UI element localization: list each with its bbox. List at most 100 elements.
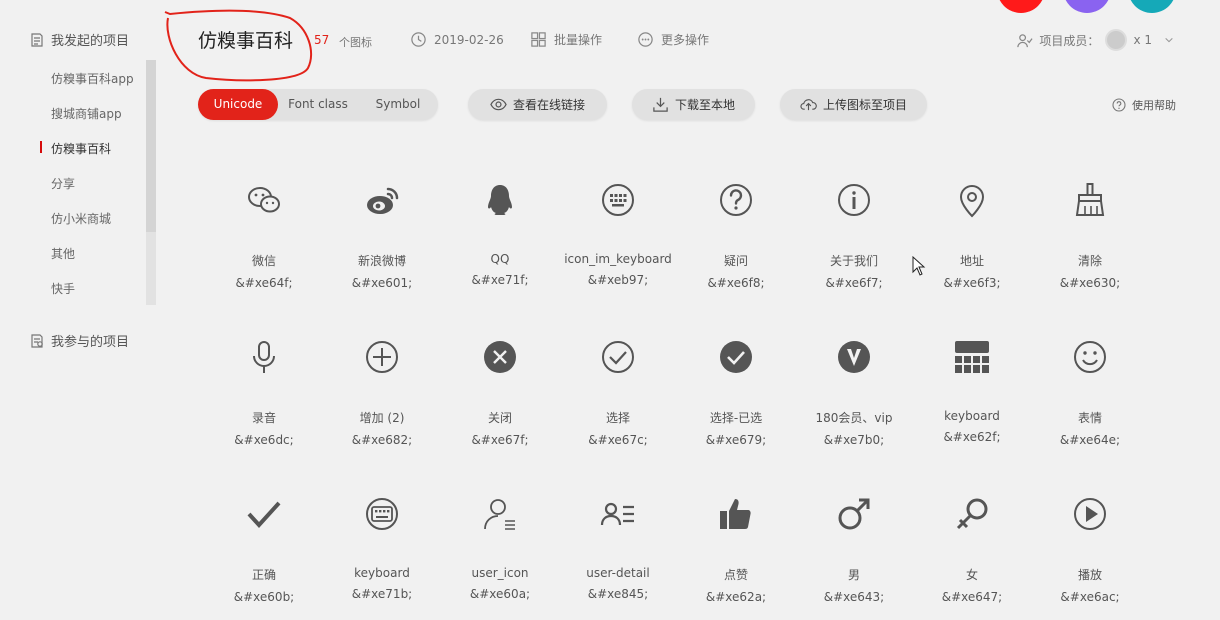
keyboard-grid-icon[interactable] [952, 337, 992, 377]
view-online-link-button[interactable]: 查看在线链接 [468, 89, 607, 120]
sidebar-item-project[interactable]: 仿糗事百科app [51, 70, 134, 87]
members-label: 项目成员： [1039, 33, 1100, 48]
icon-card[interactable]: keyboard &#xe62f; [913, 337, 1031, 494]
wechat-icon[interactable] [244, 180, 284, 220]
icon-card[interactable]: 选择-已选 &#xe679; [677, 337, 795, 494]
check-circle-filled-icon[interactable] [716, 337, 756, 377]
icon-code: &#xe60a; [469, 587, 531, 601]
question-icon[interactable] [716, 180, 756, 220]
icon-card[interactable]: 男 &#xe643; [795, 494, 913, 620]
sidebar: 我发起的项目 仿糗事百科app 搜城商铺app 仿糗事百科 分享 仿小米商城 其… [0, 0, 166, 620]
avatar[interactable] [1105, 29, 1128, 51]
sidebar-item-project[interactable]: 分享 [51, 175, 75, 192]
icon-card[interactable]: user_icon &#xe60a; [441, 494, 559, 620]
icon-count: 57 [314, 33, 330, 47]
user-icon[interactable] [480, 494, 520, 534]
qq-icon[interactable] [480, 180, 520, 220]
icon-name: 清除 [1077, 254, 1102, 268]
sidebar-item-project[interactable]: 其他 [51, 245, 75, 262]
icon-card[interactable]: 增加 (2) &#xe682; [323, 337, 441, 494]
clock-icon [411, 32, 426, 47]
microphone-icon[interactable] [244, 337, 284, 377]
help-label: 使用帮助 [1132, 99, 1176, 112]
sidebar-scrollbar[interactable] [146, 60, 156, 305]
icon-card[interactable]: 疑问 &#xe6f8; [677, 180, 795, 337]
icon-card[interactable]: 关于我们 &#xe6f7; [795, 180, 913, 337]
icon-card[interactable]: 关闭 &#xe67f; [441, 337, 559, 494]
icon-card[interactable]: 新浪微博 &#xe601; [323, 180, 441, 337]
info-icon[interactable] [834, 180, 874, 220]
help-icon [1112, 98, 1126, 112]
smile-icon[interactable] [1070, 337, 1110, 377]
red-circle-button[interactable] [997, 0, 1045, 13]
keyboard-circle-icon[interactable] [362, 494, 402, 534]
sidebar-item-project-active[interactable]: 仿糗事百科 [51, 140, 111, 157]
batch-operations-button[interactable]: 批量操作 [530, 31, 602, 48]
joined-projects-section[interactable]: 我参与的项目 [29, 331, 129, 350]
icon-code: &#xe6f7; [825, 276, 883, 290]
chevron-down-icon[interactable] [1164, 35, 1174, 45]
keyboard-round-icon[interactable] [598, 180, 638, 220]
tab-symbol[interactable]: Symbol [358, 89, 438, 120]
icon-card[interactable]: 女 &#xe647; [913, 494, 1031, 620]
my-projects-section[interactable]: 我发起的项目 [29, 30, 129, 49]
icon-card[interactable]: 微信 &#xe64f; [205, 180, 323, 337]
icon-name: user_icon [471, 566, 529, 580]
check-circle-icon[interactable] [598, 337, 638, 377]
sidebar-item-project[interactable]: 搜城商铺app [51, 105, 122, 122]
active-indicator [40, 141, 42, 153]
purple-circle-button[interactable] [1063, 0, 1111, 13]
icon-code: &#xe679; [705, 433, 767, 447]
tab-font-class[interactable]: Font class [278, 89, 358, 120]
more-operations-button[interactable]: 更多操作 [637, 31, 709, 48]
male-icon[interactable] [834, 494, 874, 534]
icon-card[interactable]: 地址 &#xe6f3; [913, 180, 1031, 337]
icon-name: 表情 [1077, 411, 1102, 425]
sidebar-scrollbar-thumb[interactable] [146, 60, 156, 232]
members-count: x 1 [1133, 33, 1152, 47]
icon-name: user-detail [586, 566, 650, 580]
icon-code: &#xe62a; [705, 590, 767, 604]
thumbs-up-icon[interactable] [716, 494, 756, 534]
sidebar-item-project[interactable]: 仿小米商城 [51, 210, 111, 227]
play-icon[interactable] [1070, 494, 1110, 534]
broom-icon[interactable] [1070, 180, 1110, 220]
location-icon[interactable] [952, 180, 992, 220]
icon-card[interactable]: 正确 &#xe60b; [205, 494, 323, 620]
icon-card[interactable]: 选择 &#xe67c; [559, 337, 677, 494]
help-link[interactable]: 使用帮助 [1112, 97, 1176, 113]
icon-code: &#xe60b; [233, 590, 295, 604]
weibo-icon[interactable] [362, 180, 402, 220]
more-icon [638, 32, 653, 47]
mouse-cursor-icon [912, 256, 926, 276]
icon-card[interactable]: keyboard &#xe71b; [323, 494, 441, 620]
close-circle-icon[interactable] [480, 337, 520, 377]
icon-code: &#xe6f3; [943, 276, 1001, 290]
icon-card[interactable]: 播放 &#xe6ac; [1031, 494, 1149, 620]
batch-icon [531, 32, 546, 47]
download-local-button[interactable]: 下载至本地 [632, 89, 755, 120]
icon-name: 微信 [251, 254, 276, 268]
icon-card[interactable]: 表情 &#xe64e; [1031, 337, 1149, 494]
icon-card[interactable]: 清除 &#xe630; [1031, 180, 1149, 337]
vip-icon[interactable] [834, 337, 874, 377]
icon-name: icon_im_keyboard [564, 252, 672, 266]
tab-unicode[interactable]: Unicode [198, 89, 278, 120]
code-format-tabs: Unicode Font class Symbol [198, 89, 438, 120]
icon-card[interactable]: icon_im_keyboard &#xeb97; [559, 180, 677, 337]
user-detail-icon[interactable] [598, 494, 638, 534]
plus-circle-icon[interactable] [362, 337, 402, 377]
icon-card[interactable]: QQ &#xe71f; [441, 180, 559, 337]
sidebar-item-project[interactable]: 快手 [51, 280, 75, 297]
icon-card[interactable]: 录音 &#xe6dc; [205, 337, 323, 494]
checkmark-icon[interactable] [244, 494, 284, 534]
joined-projects-label: 我参与的项目 [51, 335, 130, 350]
icon-card[interactable]: 点赞 &#xe62a; [677, 494, 795, 620]
project-members[interactable]: 项目成员： x 1 [1016, 29, 1174, 51]
teal-circle-button[interactable] [1128, 0, 1176, 13]
icon-card[interactable]: user-detail &#xe845; [559, 494, 677, 620]
download-icon [653, 97, 668, 112]
upload-icons-button[interactable]: 上传图标至项目 [780, 89, 927, 120]
female-icon[interactable] [952, 494, 992, 534]
icon-card[interactable]: 180会员、vip &#xe7b0; [795, 337, 913, 494]
